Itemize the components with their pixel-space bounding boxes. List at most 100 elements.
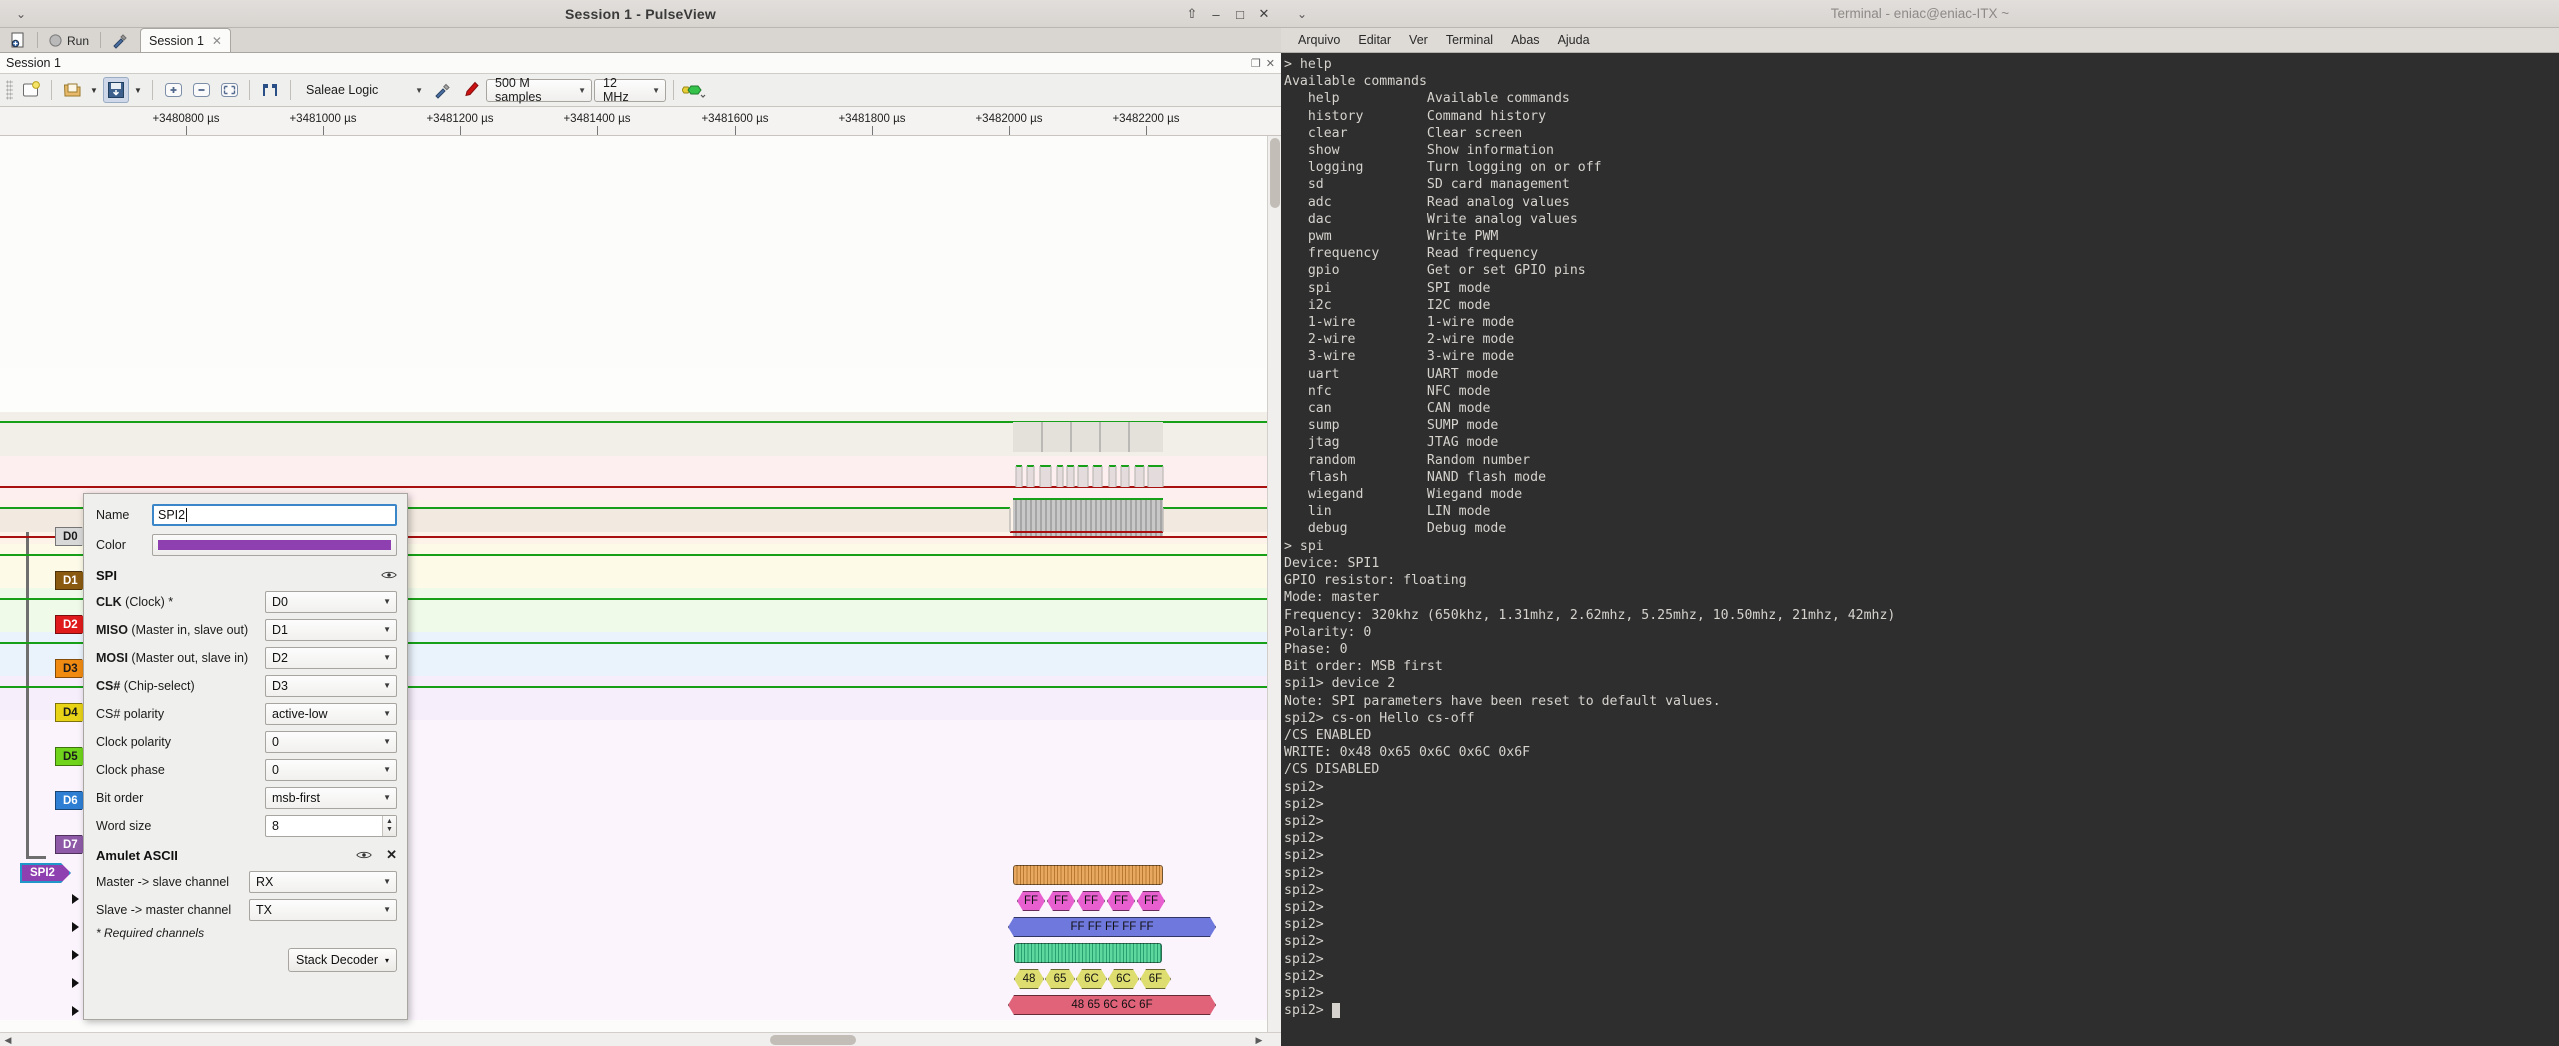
sample-rate-selector[interactable]: 12 MHz ▼ — [594, 76, 666, 104]
word-size-spin-buttons[interactable]: ▲ ▼ — [382, 815, 396, 836]
channel-label-text: D0 — [63, 530, 78, 543]
device-config-button[interactable] — [430, 77, 456, 103]
ruler-tick-label: +3481200 µs — [426, 113, 494, 125]
cursors-icon — [263, 84, 277, 96]
decoder-row-expander[interactable] — [72, 894, 79, 904]
tabstrip-divider-1 — [37, 32, 38, 48]
toolbar-divider-3 — [249, 80, 250, 100]
menu-ver[interactable]: Ver — [1400, 33, 1437, 47]
vscrollbar-thumb[interactable] — [1270, 138, 1280, 208]
pin-icon[interactable]: ⇧ — [1181, 3, 1203, 25]
bit-order-select[interactable]: msb-first ▼ — [265, 786, 397, 809]
zoom-out-button[interactable] — [188, 77, 214, 103]
menu-abas[interactable]: Abas — [1502, 33, 1549, 47]
master-to-slave-value: RX — [256, 874, 274, 889]
decoder-row-expander[interactable] — [72, 1006, 79, 1016]
decoder-name-input[interactable]: SPI2 — [152, 503, 397, 526]
stack-decoder-button[interactable]: Stack Decoder ▾ — [288, 948, 397, 972]
decoder-options-popup[interactable]: Name SPI2 Color SPI CLK (Clock) * D0 ▼ M… — [83, 493, 408, 1020]
clock-polarity-select[interactable]: 0 ▼ — [265, 730, 397, 753]
zoom-in-button[interactable] — [160, 77, 186, 103]
pulseview-tabstrip: Run Session 1 ✕ — [0, 28, 1281, 53]
zoom-out-icon — [192, 83, 210, 97]
terminal-output[interactable]: > help Available commands help Available… — [1281, 53, 2559, 1046]
device-selector[interactable]: Saleae Logic ▼ — [298, 79, 428, 102]
trigger-button[interactable] — [458, 77, 484, 103]
menu-terminal[interactable]: Terminal — [1437, 33, 1502, 47]
word-size-stepper[interactable]: 8 ▲ ▼ — [265, 814, 397, 837]
cs-channel-value: D3 — [272, 678, 288, 693]
annotation-clock-comb[interactable] — [1013, 865, 1163, 885]
remove-amulet-decoder-button[interactable]: ✕ — [386, 847, 397, 863]
decoder-row-expander[interactable] — [72, 922, 79, 932]
time-ruler[interactable]: +3480800 µs +3481000 µs +3481200 µs +348… — [0, 107, 1281, 136]
waveform-vscrollbar[interactable] — [1267, 136, 1281, 1041]
cs-label: CS# (Chip-select) — [96, 678, 195, 693]
session-settings-button[interactable] — [105, 29, 136, 52]
new-file-button[interactable] — [18, 77, 44, 103]
maximize-icon[interactable]: □ — [1229, 3, 1251, 25]
miso-channel-select[interactable]: D1 ▼ — [265, 618, 397, 641]
channel-group-bracket[interactable] — [26, 529, 46, 859]
run-label: Run — [67, 33, 90, 48]
mosi-channel-select[interactable]: D2 ▼ — [265, 646, 397, 669]
annotation-mosi-byte[interactable]: 65 — [1045, 969, 1075, 989]
slave-to-master-select[interactable]: TX ▼ — [249, 898, 397, 921]
terminal-window-menu-caret-icon[interactable]: ⌄ — [1293, 7, 1311, 21]
decoder-color-button[interactable] — [152, 533, 397, 556]
show-cursors-button[interactable] — [257, 77, 283, 103]
annotation-text: 6C — [1084, 973, 1099, 985]
eye-icon[interactable] — [356, 849, 372, 861]
terminal-titlebar: ⌄ Terminal - eniac@eniac-ITX ~ — [1281, 0, 2559, 28]
annotation-mosi-byte[interactable]: 6C — [1108, 969, 1139, 989]
window-menu-caret-icon[interactable]: ⌄ — [12, 7, 30, 21]
amulet-section-title: Amulet ASCII — [96, 847, 178, 863]
master-to-slave-select[interactable]: RX ▼ — [249, 870, 397, 893]
name-label: Name — [96, 507, 130, 522]
annotation-mosi-transfer[interactable]: 48 65 6C 6C 6F — [1008, 995, 1216, 1015]
new-session-button[interactable] — [4, 29, 33, 52]
annotation-mosi-byte[interactable]: 6C — [1076, 969, 1107, 989]
annotation-mosi-comb[interactable] — [1014, 943, 1162, 963]
pulseview-window: ⌄ Session 1 - PulseView ⇧ – □ ✕ Run Sess… — [0, 0, 1281, 1046]
annotation-mosi-byte[interactable]: 6F — [1140, 969, 1171, 989]
open-file-button[interactable] — [59, 77, 85, 103]
decoder-row-expander[interactable] — [72, 978, 79, 988]
hscrollbar-thumb[interactable] — [770, 1035, 856, 1045]
tab-close-icon[interactable]: ✕ — [212, 34, 222, 48]
save-file-button[interactable] — [103, 77, 129, 103]
run-button[interactable]: Run — [42, 29, 96, 52]
cs-polarity-select[interactable]: active-low ▼ — [265, 702, 397, 725]
clk-channel-select[interactable]: D0 ▼ — [265, 590, 397, 613]
decoder-color-row: Color — [96, 532, 397, 557]
decoder-row-expander[interactable] — [72, 950, 79, 960]
terminal-window-title: Terminal - eniac@eniac-ITX ~ — [1830, 6, 2010, 21]
dock-close-icon[interactable]: ✕ — [1266, 57, 1275, 70]
tab-session-1[interactable]: Session 1 ✕ — [140, 28, 231, 52]
cs-channel-select[interactable]: D3 ▼ — [265, 674, 397, 697]
save-file-dropdown[interactable]: ▼ — [131, 77, 145, 103]
add-decoder-icon — [682, 85, 706, 98]
cs-polarity-label: CS# polarity — [96, 706, 165, 721]
close-icon[interactable]: ✕ — [1253, 3, 1275, 25]
dock-float-icon[interactable]: ❐ — [1251, 57, 1261, 70]
ruler-tick-label: +3482000 µs — [975, 113, 1043, 125]
menu-editar[interactable]: Editar — [1349, 33, 1400, 47]
annotation-text: 6C — [1116, 973, 1131, 985]
waveform-hscrollbar[interactable]: ◀ ▶ — [0, 1032, 1281, 1046]
zoom-fit-button[interactable] — [216, 77, 242, 103]
annotation-mosi-byte[interactable]: 48 — [1014, 969, 1044, 989]
toolbar-grip[interactable] — [6, 80, 13, 100]
minimize-icon[interactable]: – — [1205, 3, 1227, 25]
scroll-right-icon[interactable]: ▶ — [1253, 1033, 1265, 1046]
menu-ajuda[interactable]: Ajuda — [1549, 33, 1599, 47]
clock-phase-select[interactable]: 0 ▼ — [265, 758, 397, 781]
scroll-left-icon[interactable]: ◀ — [2, 1033, 14, 1046]
menu-arquivo[interactable]: Arquivo — [1289, 33, 1349, 47]
add-decoder-button[interactable] — [681, 77, 707, 103]
decoder-label-spi2[interactable]: SPI2 — [20, 863, 71, 883]
sample-count-selector[interactable]: 500 M samples ▼ — [486, 76, 592, 104]
annotation-miso-transfer[interactable]: FF FF FF FF FF — [1008, 917, 1216, 937]
eye-icon[interactable] — [381, 569, 397, 581]
open-file-dropdown[interactable]: ▼ — [87, 77, 101, 103]
